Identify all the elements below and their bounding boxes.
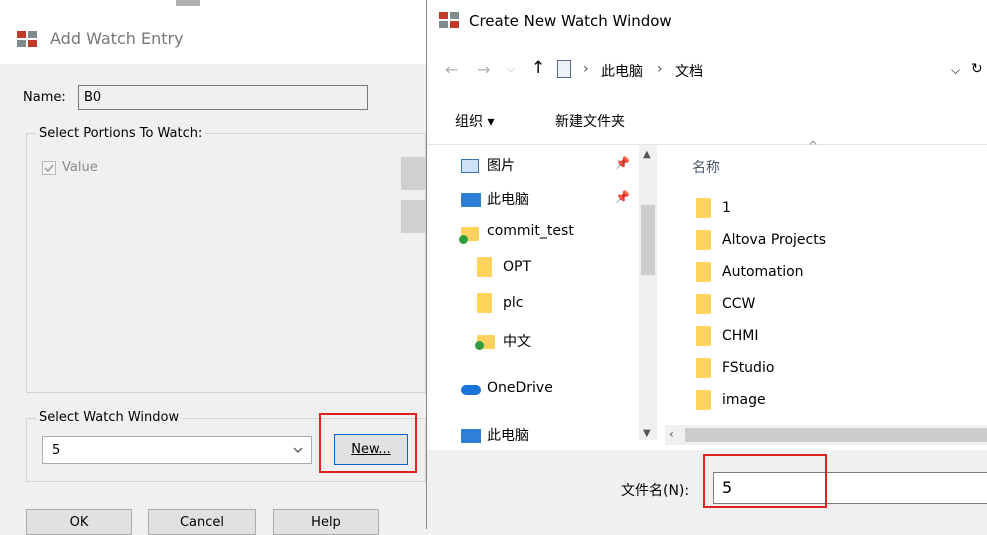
nav-item-chinese[interactable]: 中文 xyxy=(503,331,531,351)
file-item[interactable]: 1 xyxy=(722,200,731,216)
help-button-label: Help xyxy=(311,515,341,530)
document-icon xyxy=(557,60,571,78)
folder-sync-icon xyxy=(459,227,479,244)
app-icon xyxy=(439,12,461,28)
filename-label: 文件名(N): xyxy=(621,483,690,499)
nav-item-plc[interactable]: plc xyxy=(503,295,523,311)
breadcrumb-separator-icon: › xyxy=(657,61,663,77)
ok-button-label: OK xyxy=(69,515,89,530)
sort-up-icon[interactable]: ^ xyxy=(808,139,818,153)
value-checkbox[interactable] xyxy=(42,161,56,175)
breadcrumb-item-computer[interactable]: 此电脑 xyxy=(601,61,643,81)
checkmark-icon xyxy=(44,164,54,173)
address-dropdown-icon[interactable]: ⌵ xyxy=(951,63,960,78)
side-button-1[interactable] xyxy=(401,157,426,190)
scroll-down-icon[interactable]: ▼ xyxy=(643,428,651,439)
column-header-name[interactable]: 名称 xyxy=(692,157,720,177)
folder-icon xyxy=(696,326,711,346)
chevron-down-icon xyxy=(293,447,303,453)
file-list[interactable]: ^ 名称 1 Altova Projects Automation CCW CH… xyxy=(662,139,987,425)
app-icon xyxy=(17,31,39,47)
name-label: Name: xyxy=(23,90,66,105)
nav-item-this-pc-pinned[interactable]: 此电脑 xyxy=(487,189,529,209)
forward-arrow-icon[interactable]: → xyxy=(477,60,490,79)
file-item[interactable]: CHMI xyxy=(722,328,759,344)
scroll-left-icon[interactable]: ‹ xyxy=(669,427,674,441)
folder-icon xyxy=(477,293,492,313)
ok-button[interactable]: OK xyxy=(26,509,132,535)
folder-icon xyxy=(696,198,711,218)
new-button-label: New... xyxy=(351,442,391,457)
address-bar[interactable]: › 此电脑 › 文档 ⌵ ↻ xyxy=(557,57,987,85)
file-item[interactable]: Altova Projects xyxy=(722,232,826,248)
watch-window-selected-value: 5 xyxy=(52,443,61,458)
file-item[interactable]: CCW xyxy=(722,296,755,312)
watch-window-select[interactable]: 5 xyxy=(42,436,312,464)
dialog-titlebar: Add Watch Entry xyxy=(0,0,426,64)
breadcrumb-separator-icon: › xyxy=(583,61,589,77)
navigation-pane[interactable]: 图片 📌 此电脑 📌 commit_test OPT plc 中文 OneDri… xyxy=(427,145,662,450)
computer-icon xyxy=(461,429,481,443)
nav-scrollbar[interactable]: ▲ ▼ xyxy=(639,145,657,440)
nav-item-opt[interactable]: OPT xyxy=(503,259,531,275)
pictures-icon xyxy=(461,159,479,173)
folder-sync-icon xyxy=(475,335,495,350)
highlight-box-filename xyxy=(703,454,827,508)
back-arrow-icon[interactable]: ← xyxy=(445,60,458,79)
refresh-icon[interactable]: ↻ xyxy=(971,61,983,77)
file-item[interactable]: FStudio xyxy=(722,360,774,376)
toolbar: 组织 ▾ 新建文件夹 xyxy=(427,98,987,144)
folder-icon xyxy=(696,358,711,378)
folder-icon xyxy=(696,230,711,250)
background-window-fragment xyxy=(176,0,200,6)
name-input-value: B0 xyxy=(84,90,102,105)
breadcrumb-item-documents[interactable]: 文档 xyxy=(675,61,703,81)
name-input[interactable]: B0 xyxy=(78,85,368,110)
watch-window-group-label: Select Watch Window xyxy=(36,410,183,425)
folder-icon xyxy=(696,262,711,282)
pin-icon[interactable]: 📌 xyxy=(615,190,630,204)
dialog-title: Add Watch Entry xyxy=(50,29,184,48)
nav-item-commit-test[interactable]: commit_test xyxy=(487,223,574,239)
folder-icon xyxy=(696,294,711,314)
recent-dropdown-icon[interactable]: ⌵ xyxy=(507,62,515,76)
file-item[interactable]: image xyxy=(722,392,766,408)
folder-icon xyxy=(696,390,711,410)
pin-icon[interactable]: 📌 xyxy=(615,156,630,170)
help-button[interactable]: Help xyxy=(273,509,379,535)
nav-item-pictures[interactable]: 图片 xyxy=(487,155,515,175)
add-watch-entry-dialog: Add Watch Entry Name: B0 Select Portions… xyxy=(0,0,426,535)
create-watch-window-dialog: Create New Watch Window ← → ⌵ ↑ › 此电脑 › … xyxy=(426,0,987,529)
nav-item-onedrive[interactable]: OneDrive xyxy=(487,380,553,396)
dialog-title: Create New Watch Window xyxy=(469,12,672,30)
horizontal-scrollbar[interactable]: ‹ xyxy=(665,425,987,445)
up-arrow-icon[interactable]: ↑ xyxy=(531,58,545,78)
file-item[interactable]: Automation xyxy=(722,264,804,280)
folder-icon xyxy=(477,257,492,277)
portions-group-label: Select Portions To Watch: xyxy=(36,126,206,141)
side-button-2[interactable] xyxy=(401,200,426,233)
computer-icon xyxy=(461,193,481,207)
cancel-button[interactable]: Cancel xyxy=(148,509,256,535)
organize-button[interactable]: 组织 ▾ xyxy=(455,111,494,131)
new-folder-button[interactable]: 新建文件夹 xyxy=(555,111,625,131)
nav-item-this-pc[interactable]: 此电脑 xyxy=(487,425,529,445)
scroll-up-icon[interactable]: ▲ xyxy=(643,149,651,160)
value-checkbox-label: Value xyxy=(62,160,98,175)
scrollbar-thumb[interactable] xyxy=(685,428,987,442)
cancel-button-label: Cancel xyxy=(179,515,225,530)
new-button[interactable]: New... xyxy=(334,434,408,465)
scrollbar-thumb[interactable] xyxy=(641,205,655,275)
onedrive-cloud-icon xyxy=(461,385,481,395)
filename-area: 文件名(N): 5 xyxy=(427,450,987,529)
